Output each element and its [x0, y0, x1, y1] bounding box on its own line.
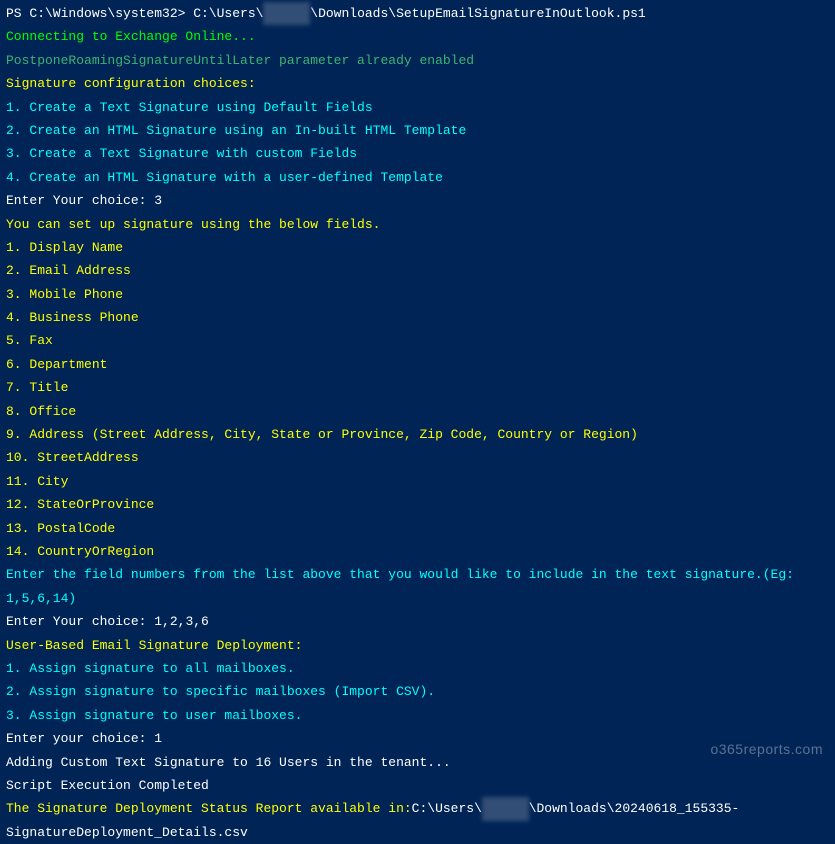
- field-item: 14. CountryOrRegion: [6, 540, 829, 563]
- field-item: 11. City: [6, 470, 829, 493]
- fields-header: You can set up signature using the below…: [6, 213, 829, 236]
- field-item: 5. Fax: [6, 329, 829, 352]
- completed-line: Script Execution Completed: [6, 774, 829, 797]
- prompt-line: PS C:\Windows\system32> C:\Users\xxxxxx\…: [6, 2, 829, 25]
- enter-choice-2-value: 1,2,3,6: [154, 614, 209, 629]
- field-item: 8. Office: [6, 400, 829, 423]
- adding-line: Adding Custom Text Signature to 16 Users…: [6, 751, 829, 774]
- deployment-header: User-Based Email Signature Deployment:: [6, 634, 829, 657]
- sig-option: 1. Create a Text Signature using Default…: [6, 96, 829, 119]
- enter-choice-2-label: Enter Your choice:: [6, 614, 154, 629]
- prompt-blurred-user: xxxxxx: [263, 2, 310, 25]
- enter-choice-3: Enter your choice: 1: [6, 727, 829, 750]
- enter-field-numbers: Enter the field numbers from the list ab…: [6, 563, 829, 610]
- enter-choice-3-label: Enter your choice:: [6, 731, 154, 746]
- enter-choice-1-value: 3: [154, 193, 162, 208]
- connecting-line: Connecting to Exchange Online...: [6, 25, 829, 48]
- field-item: 10. StreetAddress: [6, 446, 829, 469]
- field-item: 3. Mobile Phone: [6, 283, 829, 306]
- report-line: The Signature Deployment Status Report a…: [6, 797, 829, 844]
- field-item: 6. Department: [6, 353, 829, 376]
- enter-choice-3-value: 1: [154, 731, 162, 746]
- field-item: 9. Address (Street Address, City, State …: [6, 423, 829, 446]
- report-blurred-user: xxxxxx: [482, 797, 529, 820]
- postpone-line: PostponeRoamingSignatureUntilLater param…: [6, 49, 829, 72]
- prompt-prefix: PS C:\Windows\system32> C:\Users\: [6, 6, 263, 21]
- deployment-option: 2. Assign signature to specific mailboxe…: [6, 680, 829, 703]
- enter-choice-2: Enter Your choice: 1,2,3,6: [6, 610, 829, 633]
- field-item: 4. Business Phone: [6, 306, 829, 329]
- sig-option: 2. Create an HTML Signature using an In-…: [6, 119, 829, 142]
- field-item: 1. Display Name: [6, 236, 829, 259]
- sig-config-header: Signature configuration choices:: [6, 72, 829, 95]
- field-item: 2. Email Address: [6, 259, 829, 282]
- sig-option: 4. Create an HTML Signature with a user-…: [6, 166, 829, 189]
- enter-choice-1-label: Enter Your choice:: [6, 193, 154, 208]
- prompt-suffix: \Downloads\SetupEmailSignatureInOutlook.…: [310, 6, 645, 21]
- field-item: 13. PostalCode: [6, 517, 829, 540]
- field-item: 12. StateOrProvince: [6, 493, 829, 516]
- enter-choice-1: Enter Your choice: 3: [6, 189, 829, 212]
- sig-option: 3. Create a Text Signature with custom F…: [6, 142, 829, 165]
- deployment-option: 3. Assign signature to user mailboxes.: [6, 704, 829, 727]
- deployment-option: 1. Assign signature to all mailboxes.: [6, 657, 829, 680]
- field-item: 7. Title: [6, 376, 829, 399]
- watermark: o365reports.com: [710, 737, 823, 762]
- report-path1: C:\Users\: [412, 801, 482, 816]
- report-prefix: The Signature Deployment Status Report a…: [6, 801, 412, 816]
